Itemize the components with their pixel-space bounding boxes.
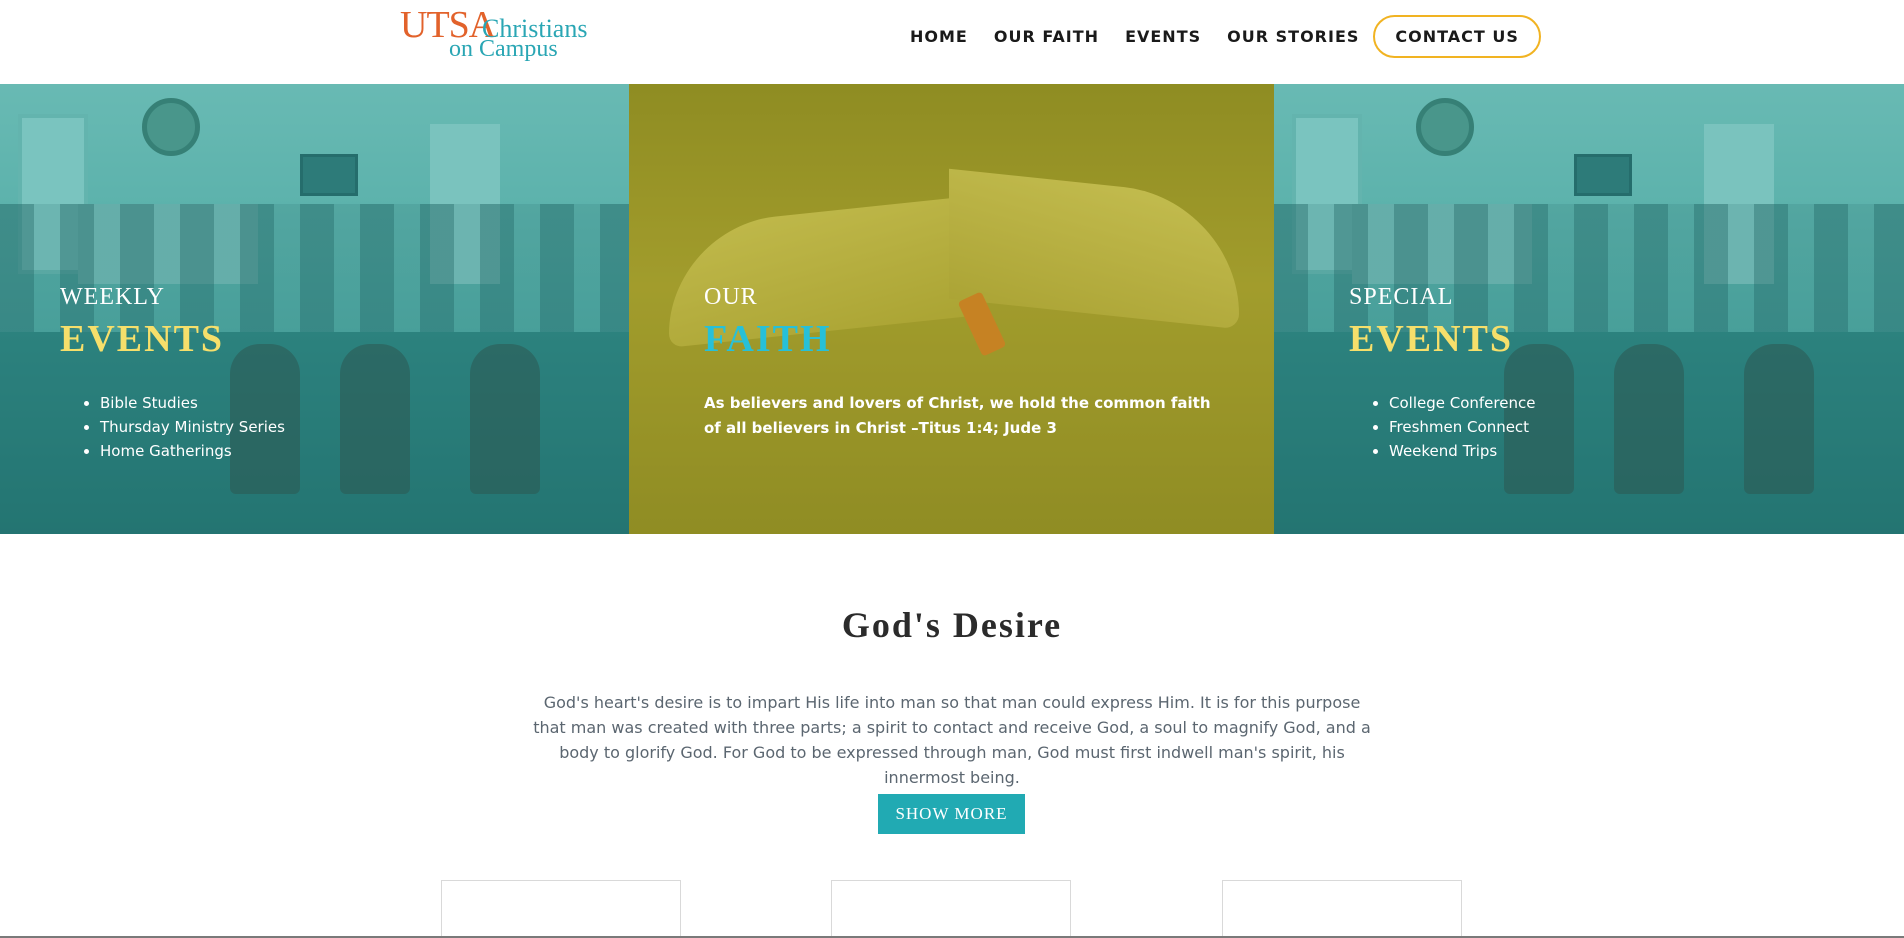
faith-subtitle: OUR [704, 284, 758, 310]
nav-events[interactable]: EVENTS [1125, 27, 1201, 46]
special-subtitle: SPECIAL [1349, 284, 1454, 310]
weekly-subtitle: WEEKLY [60, 284, 165, 310]
nav-home[interactable]: HOME [910, 27, 968, 46]
list-item: Freshmen Connect [1389, 415, 1535, 439]
contact-us-button[interactable]: CONTACT US [1373, 14, 1541, 58]
special-events-content: SPECIAL EVENTS College Conference Freshm… [1349, 284, 1535, 463]
main-nav: HOME OUR FAITH EVENTS OUR STORIES CONTAC… [910, 14, 1541, 58]
feature-card[interactable] [441, 880, 681, 938]
gods-desire-text: God's heart's desire is to impart His li… [533, 693, 1371, 787]
site-header: UTSA Christians on Campus HOME OUR FAITH… [0, 0, 1904, 84]
special-events-list: College Conference Freshmen Connect Week… [1349, 391, 1535, 463]
our-faith-panel[interactable]: OUR FAITH As believers and lovers of Chr… [629, 84, 1274, 534]
list-item: College Conference [1389, 391, 1535, 415]
special-events-panel[interactable]: SPECIAL EVENTS College Conference Freshm… [1274, 84, 1904, 534]
list-item: Home Gatherings [100, 439, 285, 463]
site-logo[interactable]: UTSA Christians on Campus [400, 6, 610, 62]
list-item: Weekend Trips [1389, 439, 1535, 463]
our-faith-content: OUR FAITH As believers and lovers of Chr… [704, 284, 1224, 441]
faith-text: As believers and lovers of Christ, we ho… [704, 394, 1211, 437]
feature-card[interactable] [1222, 880, 1462, 938]
nav-our-faith[interactable]: OUR FAITH [994, 27, 1099, 46]
feature-card[interactable] [831, 880, 1071, 938]
nav-our-stories[interactable]: OUR STORIES [1227, 27, 1359, 46]
list-item: Bible Studies [100, 391, 285, 415]
hero-panels: WEEKLY EVENTS Bible Studies Thursday Min… [0, 84, 1904, 534]
weekly-events-panel[interactable]: WEEKLY EVENTS Bible Studies Thursday Min… [0, 84, 629, 534]
list-item: Thursday Ministry Series [100, 415, 285, 439]
weekly-events-content: WEEKLY EVENTS Bible Studies Thursday Min… [60, 284, 285, 463]
show-more-button[interactable]: SHOW MORE [878, 794, 1025, 834]
faith-title: FAITH [704, 318, 832, 360]
weekly-title: EVENTS [60, 318, 225, 360]
special-title: EVENTS [1349, 318, 1514, 360]
weekly-events-list: Bible Studies Thursday Ministry Series H… [60, 391, 285, 463]
logo-on-campus: on Campus [449, 36, 558, 62]
gods-desire-heading: God's Desire [841, 605, 1063, 645]
